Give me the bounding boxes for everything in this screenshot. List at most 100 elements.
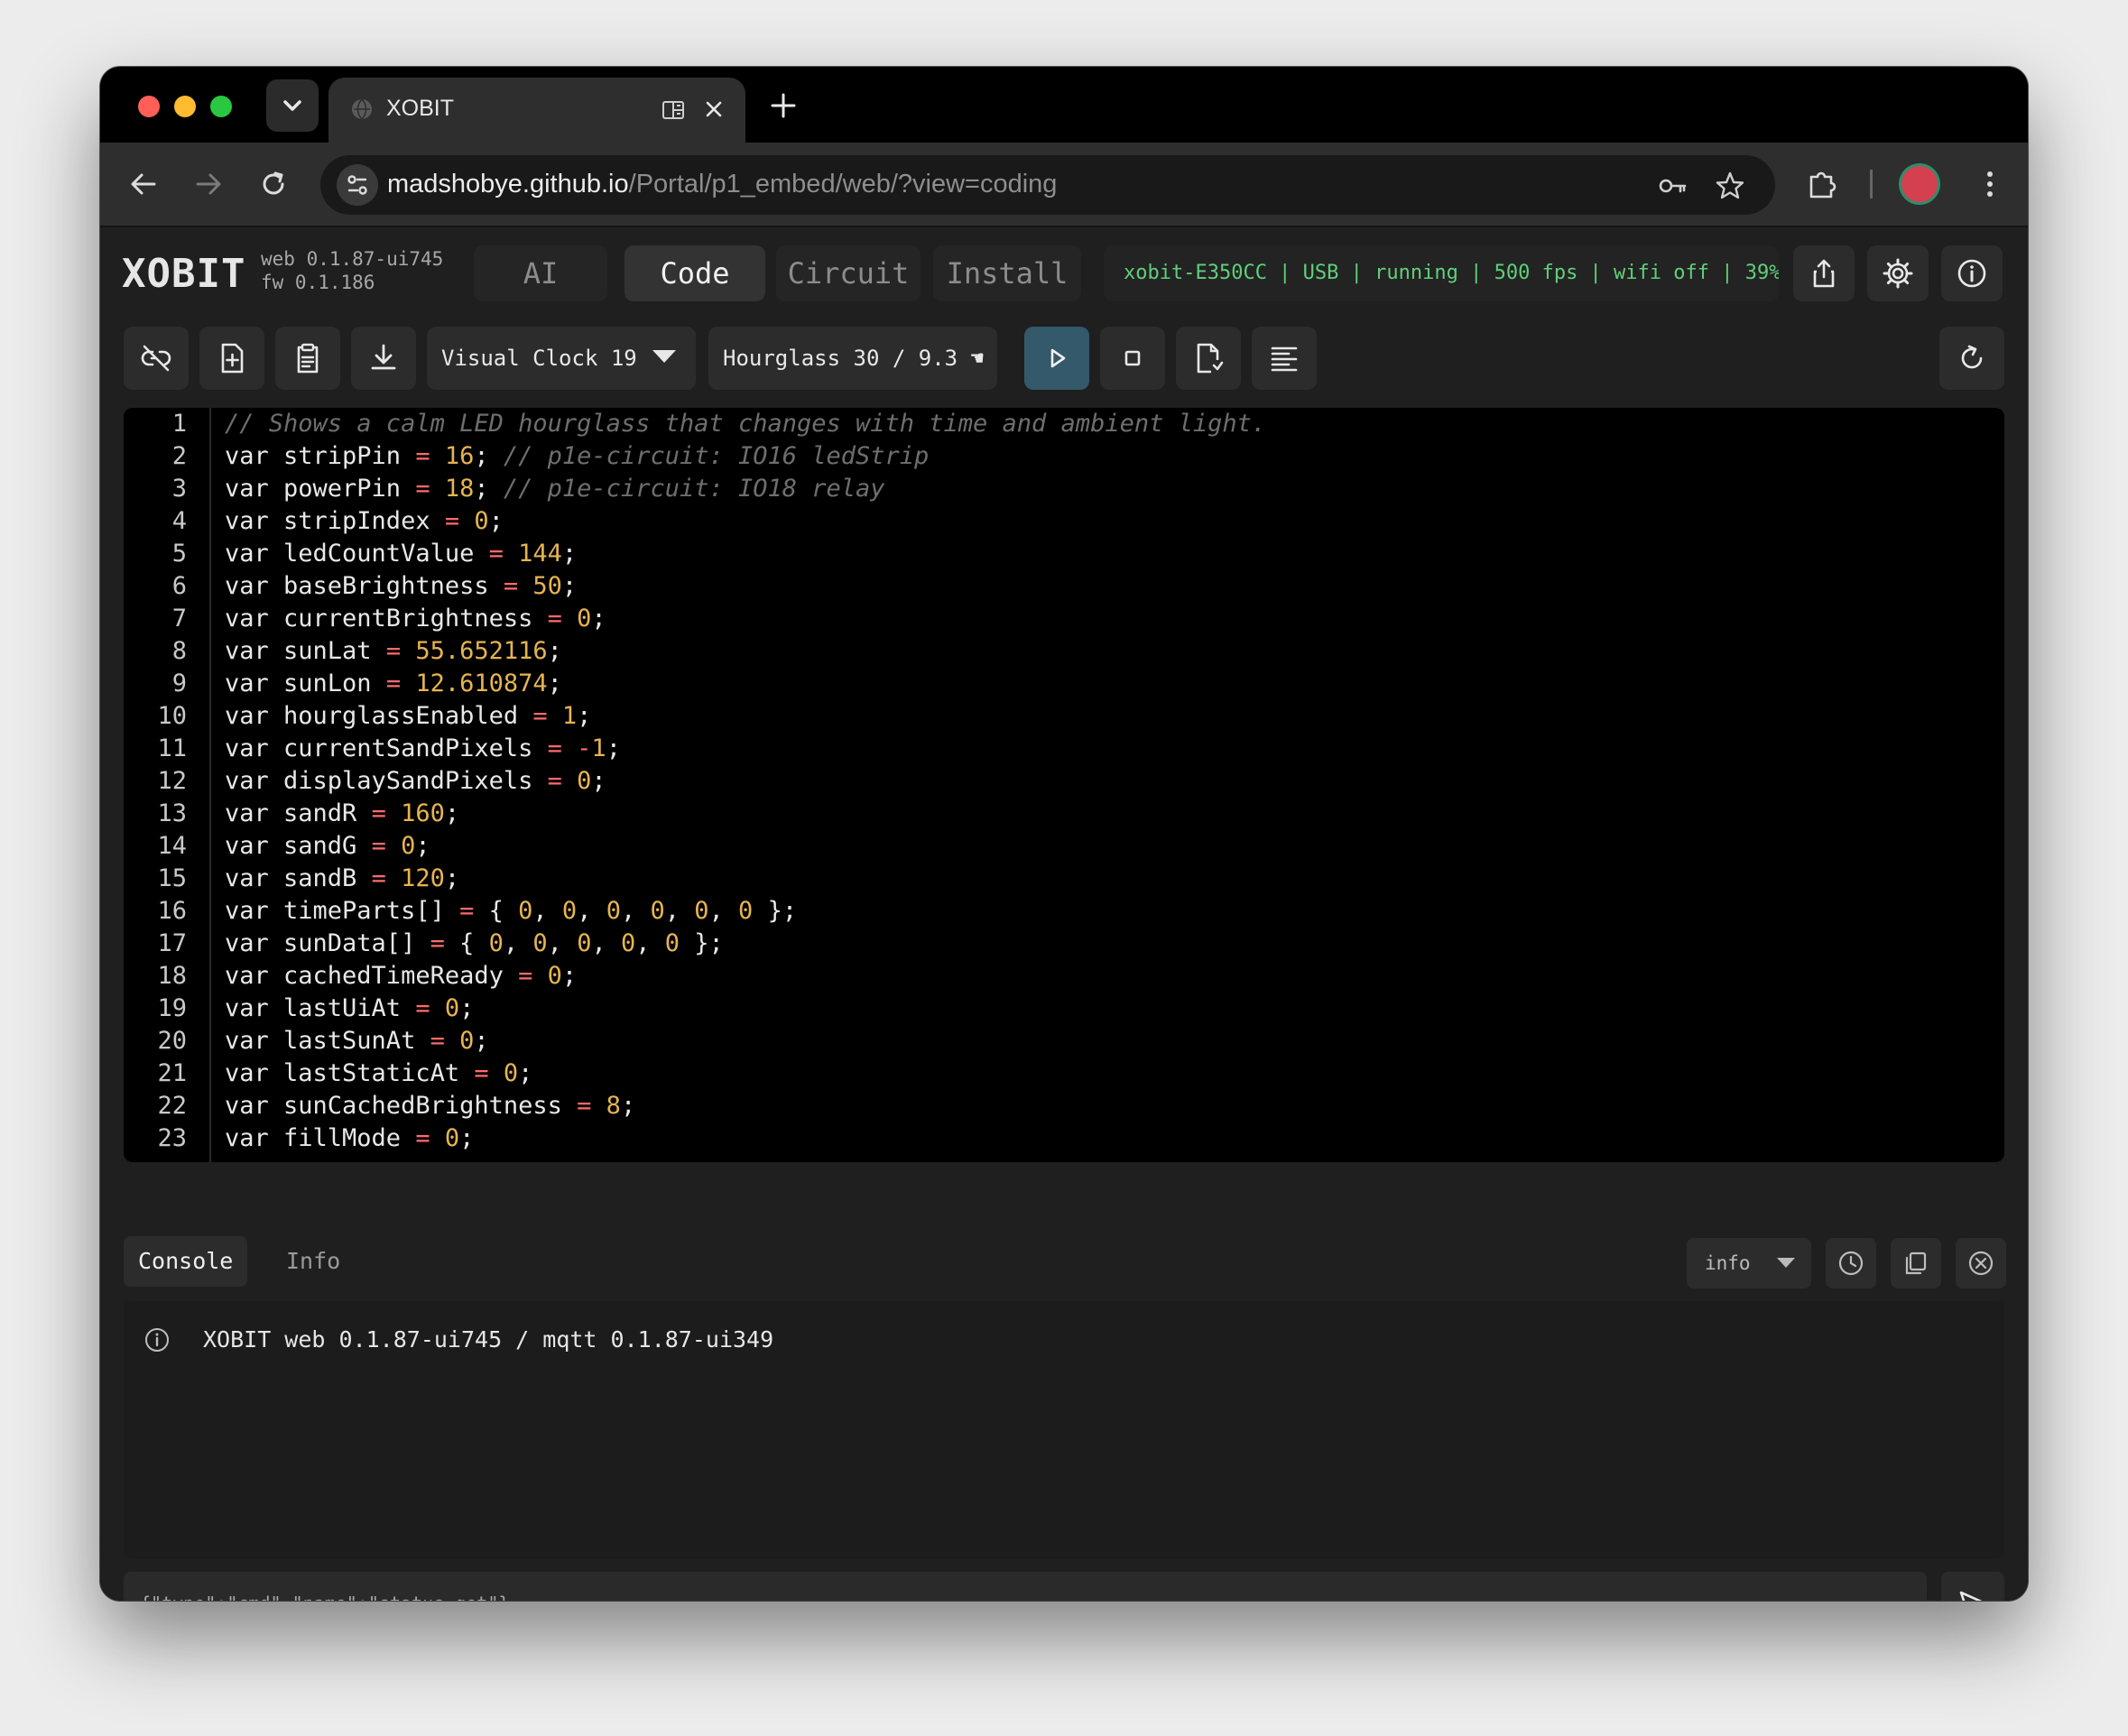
site-info-button[interactable] [337,164,378,206]
code-line[interactable]: 16 var timeParts[] = { 0, 0, 0, 0, 0, 0 }… [124,895,2004,928]
extensions-icon[interactable] [1804,166,1840,202]
console-output: XOBIT web 0.1.87-ui745 / mqtt 0.1.87-ui3… [124,1301,2004,1559]
code-line[interactable]: 2 var stripPin = 16; // p1e-circuit: IO16… [124,440,2004,473]
web-version: web 0.1.87-ui745 [261,248,444,270]
line-code: var stripPin = 16; // p1e-circuit: IO16 … [225,442,930,470]
code-line[interactable]: 19 var lastUiAt = 0; [124,993,2004,1025]
code-line[interactable]: 12 var displaySandPixels = 0; [124,765,2004,798]
minimize-window-button[interactable] [174,96,196,117]
line-number: 7 [171,605,187,633]
more-vert-icon[interactable] [1972,166,2008,202]
code-line[interactable]: 23 var fillMode = 0; [124,1122,2004,1155]
code-line[interactable]: 10 var hourglassEnabled = 1; [124,700,2004,733]
preset-select-value: Hourglass 30 / 9.3 ☚ [723,346,984,371]
line-code: var ledCountValue = 144; [225,540,578,568]
info-button[interactable] [1941,245,2003,301]
command-input[interactable] [124,1572,1927,1601]
refresh-button[interactable] [1939,327,2004,390]
line-number: 3 [171,475,187,503]
line-code: var sunData[] = { 0, 0, 0, 0, 0 }; [225,929,724,957]
paste-file-button[interactable] [275,327,340,390]
line-code: var displaySandPixels = 0; [225,767,606,795]
info-icon [145,1328,169,1352]
code-line[interactable]: 22 var sunCachedBrightness = 8; [124,1090,2004,1122]
line-number: 9 [171,669,187,697]
code-line[interactable]: 20 var lastSunAt = 0; [124,1025,2004,1057]
close-window-button[interactable] [138,96,160,117]
code-line[interactable]: 15 var sandB = 120; [124,863,2004,895]
tab-console[interactable]: Console [124,1236,248,1287]
forward-icon[interactable] [189,164,228,204]
tab-ai[interactable]: AI [474,245,607,301]
line-code: var currentSandPixels = -1; [225,734,621,762]
line-code: var sunCachedBrightness = 8; [225,1092,636,1120]
info-icon [1957,259,1986,288]
copy-log-button[interactable] [1891,1238,1941,1288]
code-editor[interactable]: 1 // Shows a calm LED hourglass that chan… [124,408,2004,1162]
line-number: 15 [157,864,187,892]
line-code: var lastStaticAt = 0; [225,1059,533,1087]
tab-info[interactable]: Info [272,1236,355,1287]
download-button[interactable] [351,327,416,390]
line-number: 8 [171,637,187,665]
key-icon[interactable] [1656,170,1689,202]
new-file-button[interactable] [199,327,264,390]
code-line[interactable]: 4 var stripIndex = 0; [124,505,2004,538]
tab-code[interactable]: Code [625,245,765,301]
version-info: web 0.1.87-ui745 fw 0.1.186 [261,247,443,294]
reload-icon[interactable] [254,164,293,204]
code-line[interactable]: 14 var sandG = 0; [124,830,2004,863]
code-line[interactable]: 18 var cachedTimeReady = 0; [124,960,2004,993]
console-log-line: XOBIT web 0.1.87-ui745 / mqtt 0.1.87-ui3… [203,1326,774,1353]
code-line[interactable]: 1 // Shows a calm LED hourglass that chan… [124,408,2004,440]
save-file-button[interactable] [1176,327,1241,390]
tab-search-button[interactable] [266,79,319,132]
code-line[interactable]: 7 var currentBrightness = 0; [124,603,2004,635]
tune-icon [347,175,367,195]
back-icon[interactable] [124,164,163,204]
line-code: var sandG = 0; [225,832,430,860]
tab-circuit[interactable]: Circuit [776,245,921,301]
browser-tab[interactable]: XOBIT [328,78,745,143]
url-text[interactable]: madshobye.github.io/Portal/p1_embed/web/… [387,170,1057,199]
unlink-button[interactable] [124,327,189,390]
send-button[interactable] [1941,1572,2004,1601]
tab-grid-icon[interactable] [661,97,686,123]
code-line[interactable]: 9 var sunLon = 12.610874; [124,668,2004,700]
stop-icon [1124,350,1141,366]
stop-button[interactable] [1100,327,1165,390]
code-line[interactable]: 21 var lastStaticAt = 0; [124,1057,2004,1090]
code-line[interactable]: 11 var currentSandPixels = -1; [124,733,2004,765]
maximize-window-button[interactable] [210,96,232,117]
share-button[interactable] [1793,245,1855,301]
code-line[interactable]: 13 var sandR = 160; [124,798,2004,830]
line-number: 10 [157,702,187,730]
clear-log-button[interactable] [1956,1238,2006,1288]
format-button[interactable] [1252,327,1317,390]
star-icon[interactable] [1714,170,1746,202]
history-button[interactable] [1826,1238,1876,1288]
code-line[interactable]: 8 var sunLat = 55.652116; [124,635,2004,668]
line-number: 11 [157,734,187,762]
app-logo: XOBIT [122,251,246,297]
address-bar[interactable]: madshobye.github.io/Portal/p1_embed/web/… [320,155,1775,215]
code-line[interactable]: 3 var powerPin = 18; // p1e-circuit: IO18… [124,473,2004,505]
code-line[interactable]: 17 var sunData[] = { 0, 0, 0, 0, 0 }; [124,928,2004,960]
new-tab-icon[interactable] [768,90,799,121]
tab-install[interactable]: Install [933,245,1081,301]
profile-avatar[interactable] [1901,166,1938,202]
program-select[interactable]: Visual Clock 19 [427,327,696,390]
line-number: 6 [171,572,187,600]
close-icon[interactable] [702,97,726,121]
line-number: 21 [157,1059,187,1087]
line-code: var hourglassEnabled = 1; [225,702,592,730]
log-level-select[interactable]: info [1687,1238,1811,1288]
code-line[interactable]: 6 var baseBrightness = 50; [124,570,2004,603]
preset-select[interactable]: Hourglass 30 / 9.3 ☚ [708,327,997,390]
settings-button[interactable] [1867,245,1929,301]
device-status: xobit-E350CC | USB | running | 500 fps |… [1104,245,1779,301]
code-line[interactable]: 5 var ledCountValue = 144; [124,538,2004,570]
chevron-down-icon [283,100,301,111]
browser-toolbar: madshobye.github.io/Portal/p1_embed/web/… [100,143,2028,227]
run-button[interactable] [1024,327,1089,390]
